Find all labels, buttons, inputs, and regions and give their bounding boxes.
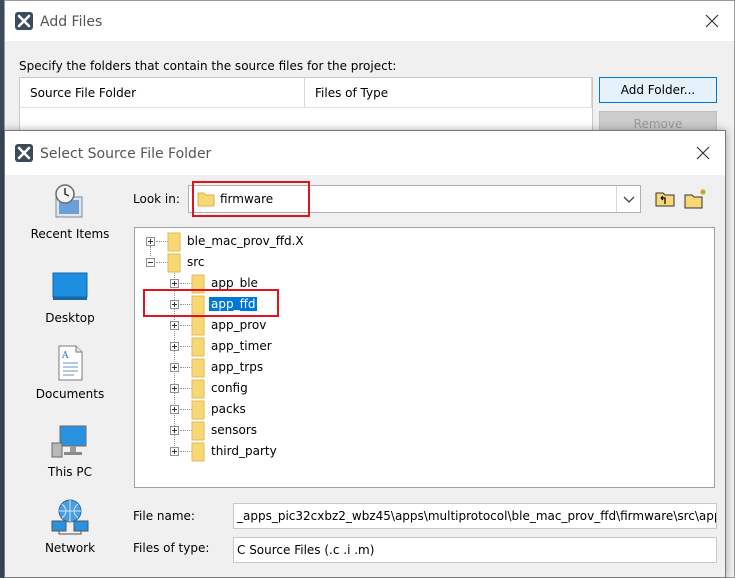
expand-icon[interactable]: [170, 321, 179, 330]
place-recent-items[interactable]: Recent Items: [15, 183, 125, 241]
up-one-level-icon[interactable]: [655, 190, 675, 208]
look-in-label: Look in:: [133, 192, 180, 206]
folder-icon: [191, 337, 205, 357]
new-folder-icon[interactable]: [684, 188, 708, 210]
column-header-source-folder[interactable]: Source File Folder: [20, 78, 305, 108]
tree-node-label: packs: [211, 402, 246, 416]
source-folder-table[interactable]: Source File Folder Files of Type: [19, 77, 593, 137]
column-header-files-of-type[interactable]: Files of Type: [305, 78, 592, 108]
tree-node[interactable]: app_timer: [135, 337, 435, 357]
svg-text:A: A: [61, 351, 69, 361]
expand-icon[interactable]: [170, 405, 179, 414]
annotation-highlight-box: [143, 289, 279, 317]
places-bar: Recent Items Desktop A Documents This PC…: [15, 183, 125, 563]
tree-node[interactable]: app_prov: [135, 316, 435, 336]
file-name-value: _apps_pic32cxbz2_wbz45\apps\multiprotoco…: [237, 509, 717, 523]
tree-node-label: sensors: [211, 423, 258, 437]
dialog-titlebar: Select Source File Folder: [5, 131, 725, 175]
place-label: Desktop: [45, 311, 95, 325]
folder-icon: [191, 358, 205, 378]
tree-node[interactable]: config: [135, 379, 435, 399]
place-this-pc[interactable]: This PC: [15, 421, 125, 479]
tree-node-label: app_timer: [211, 339, 272, 353]
annotation-highlight-box: [192, 181, 310, 217]
recent-items-icon: [55, 184, 83, 218]
folder-tree[interactable]: ble_mac_prov_ffd.X src app_ble app_ffd a…: [134, 227, 715, 488]
app-logo-icon: [15, 12, 33, 30]
files-of-type-value: C Source Files (.c .i .m): [237, 543, 375, 557]
dialog-title: Select Source File Folder: [40, 146, 212, 162]
tree-node[interactable]: src: [135, 253, 435, 273]
expand-icon[interactable]: [170, 447, 179, 456]
tree-node[interactable]: sensors: [135, 421, 435, 441]
tree-node-label: config: [211, 381, 248, 395]
expand-icon[interactable]: [170, 342, 179, 351]
place-network[interactable]: Network: [15, 497, 125, 555]
expand-icon[interactable]: [170, 426, 179, 435]
folder-icon: [191, 379, 205, 399]
folder-icon: [191, 316, 205, 336]
desktop-icon: [52, 272, 88, 300]
file-name-label: File name:: [133, 509, 195, 523]
instruction-text: Specify the folders that contain the sou…: [19, 59, 397, 73]
documents-icon: A: [58, 345, 83, 381]
files-of-type-label: Files of type:: [133, 541, 210, 555]
expand-icon[interactable]: [170, 279, 179, 288]
look-in-dropdown-button[interactable]: [616, 186, 640, 212]
folder-icon: [167, 232, 181, 252]
tree-node-label: third_party: [211, 444, 277, 458]
expand-icon[interactable]: [170, 363, 179, 372]
tree-node[interactable]: app_trps: [135, 358, 435, 378]
tree-node[interactable]: third_party: [135, 442, 435, 462]
tree-node-label: app_trps: [211, 360, 264, 374]
expand-icon[interactable]: [170, 384, 179, 393]
select-source-folder-dialog: Select Source File Folder Recent Items D…: [4, 130, 726, 578]
place-desktop[interactable]: Desktop: [15, 267, 125, 325]
add-files-title: Add Files: [40, 14, 103, 30]
tree-node-label: src: [187, 255, 205, 269]
tree-node-label: app_ble: [211, 276, 258, 290]
place-label: Recent Items: [30, 227, 110, 241]
this-pc-icon: [51, 425, 87, 458]
close-icon[interactable]: [702, 11, 722, 31]
chevron-down-icon: [623, 196, 635, 203]
folder-icon: [191, 442, 205, 462]
app-logo-icon: [15, 144, 33, 162]
place-label: Documents: [35, 387, 105, 401]
file-name-field[interactable]: _apps_pic32cxbz2_wbz45\apps\multiprotoco…: [233, 503, 717, 529]
place-documents[interactable]: A Documents: [15, 343, 125, 401]
close-icon[interactable]: [693, 143, 713, 163]
folder-icon: [191, 421, 205, 441]
tree-node-label: ble_mac_prov_ffd.X: [187, 234, 304, 248]
network-icon: [51, 499, 89, 535]
add-folder-button[interactable]: Add Folder...: [599, 77, 717, 103]
place-label: This PC: [48, 465, 92, 479]
tree-node-label: app_prov: [211, 318, 267, 332]
files-of-type-select[interactable]: C Source Files (.c .i .m): [233, 537, 717, 563]
tree-node[interactable]: ble_mac_prov_ffd.X: [135, 232, 435, 252]
folder-icon: [167, 253, 181, 273]
folder-icon: [191, 400, 205, 420]
add-files-titlebar: Add Files: [5, 1, 734, 41]
collapse-icon[interactable]: [146, 258, 155, 267]
place-label: Network: [44, 541, 96, 555]
tree-node[interactable]: packs: [135, 400, 435, 420]
expand-icon[interactable]: [146, 237, 155, 246]
